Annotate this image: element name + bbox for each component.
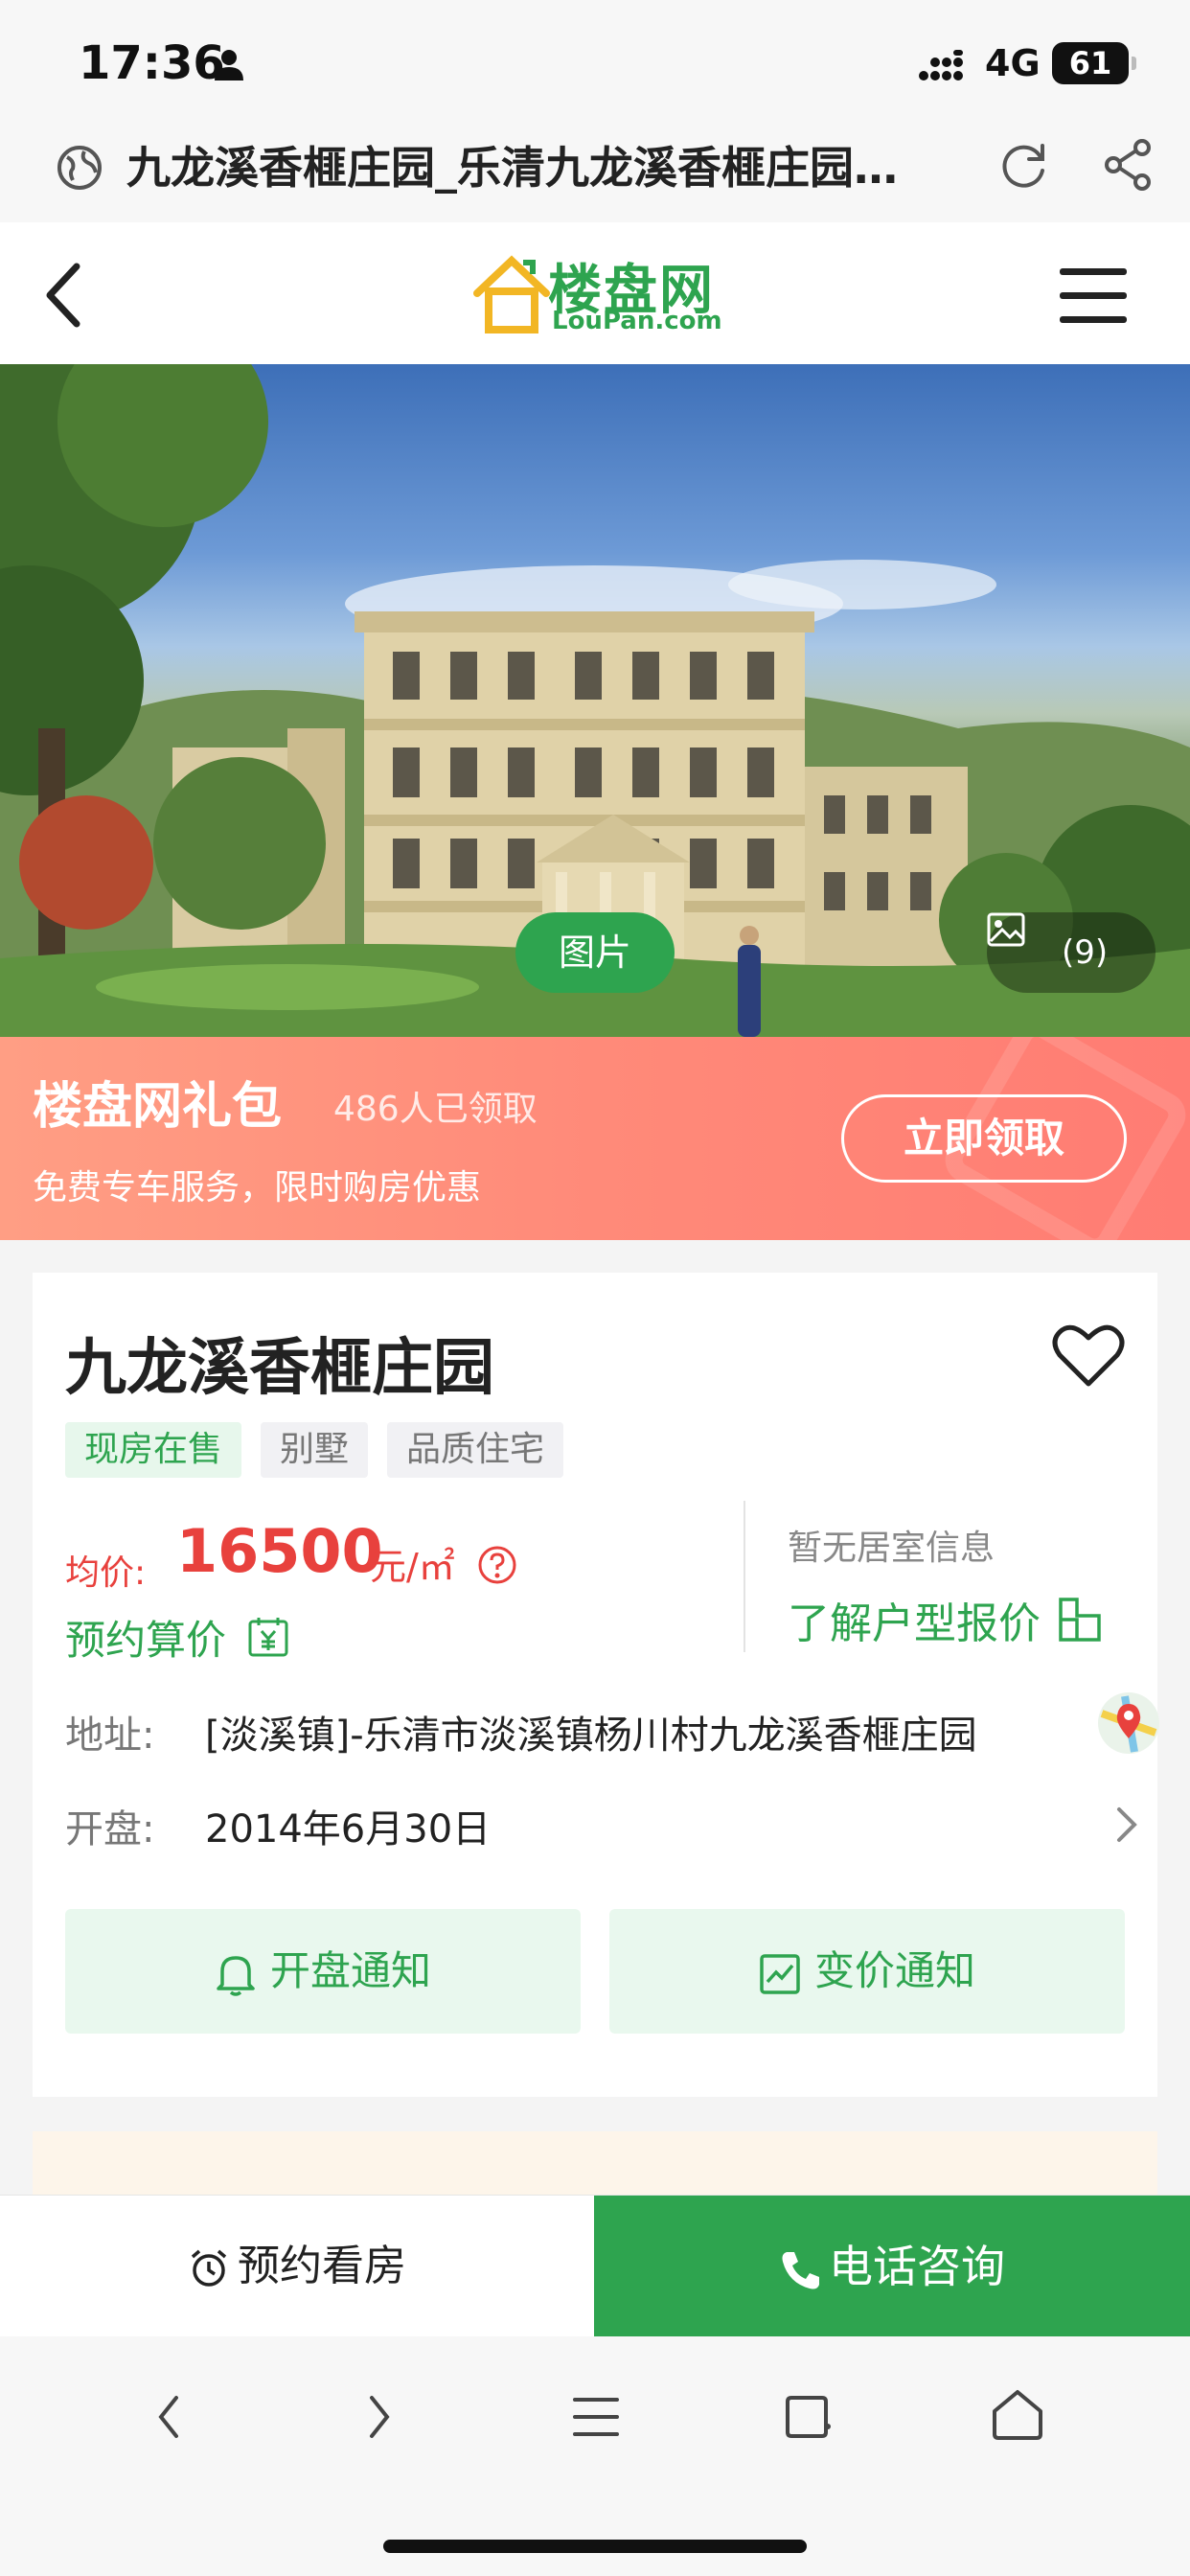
trend-chart-icon bbox=[760, 1953, 800, 1994]
browser-back-icon[interactable] bbox=[130, 2379, 207, 2455]
promo-subtitle: 免费专车服务，限时购房优惠 bbox=[33, 1168, 482, 1208]
room-info: 暂无居室信息 bbox=[788, 1529, 995, 1568]
price-block: 均价: 16500 元/㎡ 预约算价 bbox=[65, 1506, 761, 1664]
bottom-action-bar: 预约看房 电话咨询 bbox=[0, 2195, 1190, 2337]
floorplan-icon[interactable] bbox=[1058, 1597, 1102, 1643]
browser-toolbar bbox=[0, 2336, 1190, 2576]
chevron-right-icon[interactable] bbox=[1111, 1804, 1142, 1846]
browser-home-icon[interactable] bbox=[979, 2379, 1056, 2455]
network-label: 4G bbox=[985, 42, 1041, 84]
phone-icon bbox=[782, 2251, 819, 2288]
book-viewing-button[interactable]: 预约看房 bbox=[0, 2196, 594, 2337]
claim-button[interactable]: 立即领取 bbox=[841, 1094, 1127, 1183]
photo-count-badge[interactable]: (9) bbox=[987, 912, 1156, 993]
bell-icon bbox=[217, 1955, 255, 1996]
url-title[interactable]: 九龙溪香榧庄园_乐清九龙溪香榧庄园… bbox=[126, 134, 922, 201]
person-icon bbox=[215, 50, 243, 80]
open-notify-button[interactable]: 开盘通知 bbox=[65, 1909, 581, 2034]
tab-photos[interactable]: 图片 bbox=[515, 912, 675, 993]
address-value: [淡溪镇]-乐清市淡溪镇杨川村九龙溪香榧庄园 bbox=[205, 1714, 977, 1758]
promo-title: 楼盘网礼包 bbox=[33, 1078, 283, 1136]
browser-forward-icon[interactable] bbox=[341, 2379, 418, 2455]
logo-house-icon bbox=[473, 255, 550, 334]
image-icon bbox=[987, 912, 1025, 947]
price-notify-label: 变价通知 bbox=[813, 1947, 975, 1994]
logo-domain: LouPan.com bbox=[552, 307, 722, 335]
alarm-clock-icon bbox=[191, 2249, 227, 2287]
url-bar[interactable]: 九龙溪香榧庄园_乐清九龙溪香榧庄园… bbox=[0, 125, 1190, 222]
calendar-yuan-icon[interactable] bbox=[247, 1616, 289, 1658]
price-value: 16500 bbox=[176, 1516, 383, 1586]
property-info-card: 九龙溪香榧庄园 现房在售 别墅 品质住宅 均价: 16500 元/㎡ 预约算价 bbox=[33, 1273, 1159, 2097]
home-indicator[interactable] bbox=[383, 2540, 807, 2553]
book-viewing-label: 预约看房 bbox=[238, 2242, 406, 2290]
price-calc-link[interactable]: 预约算价 bbox=[65, 1608, 226, 1667]
globe-icon bbox=[57, 146, 102, 190]
open-date-row[interactable]: 开盘: 2014年6月30日 bbox=[65, 1784, 1137, 1861]
question-icon[interactable] bbox=[477, 1545, 517, 1585]
open-notify-label: 开盘通知 bbox=[269, 1947, 431, 1994]
photo-count: (9) bbox=[1062, 933, 1109, 972]
open-date-label: 开盘: bbox=[65, 1807, 155, 1852]
address-row[interactable]: 地址: [淡溪镇]-乐清市淡溪镇杨川村九龙溪香榧庄园 bbox=[65, 1690, 1159, 1767]
address-label: 地址: bbox=[65, 1714, 155, 1758]
property-name: 九龙溪香榧庄园 bbox=[65, 1333, 494, 1404]
tag-type: 别墅 bbox=[261, 1422, 369, 1478]
phone-consult-label: 电话咨询 bbox=[829, 2241, 1005, 2292]
site-logo[interactable]: 楼盘网 LouPan.com bbox=[473, 247, 722, 339]
signal-icon bbox=[919, 50, 963, 80]
page: 17:36 4G 61 九龙溪香榧庄园_乐清九龙溪香榧庄园… 楼盘网 LouPa… bbox=[0, 0, 1190, 2576]
browser-tabs-icon[interactable] bbox=[770, 2379, 847, 2455]
battery-icon: 61 bbox=[1052, 42, 1136, 84]
browser-menu-icon[interactable] bbox=[558, 2379, 634, 2455]
share-icon[interactable] bbox=[1100, 136, 1157, 194]
tag-quality: 品质住宅 bbox=[387, 1422, 564, 1478]
tag-status: 现房在售 bbox=[65, 1422, 242, 1478]
menu-icon[interactable] bbox=[1058, 261, 1129, 330]
layout-price-link[interactable]: 了解户型报价 bbox=[788, 1589, 1041, 1650]
refresh-icon[interactable] bbox=[995, 136, 1052, 194]
promo-claimed-count: 486人已领取 bbox=[333, 1090, 538, 1129]
phone-consult-button[interactable]: 电话咨询 bbox=[594, 2196, 1190, 2337]
heart-icon[interactable] bbox=[1052, 1322, 1125, 1390]
property-tags: 现房在售 别墅 品质住宅 bbox=[65, 1422, 564, 1478]
price-unit: 元/㎡ bbox=[370, 1546, 455, 1588]
promo-banner[interactable]: 楼盘网礼包 486人已领取 免费专车服务，限时购房优惠 立即领取 bbox=[0, 1037, 1190, 1240]
back-icon[interactable] bbox=[34, 257, 92, 334]
map-pin-icon[interactable] bbox=[1096, 1690, 1161, 1756]
divider bbox=[744, 1501, 745, 1652]
price-label: 均价: bbox=[65, 1553, 147, 1593]
status-time: 17:36 bbox=[79, 36, 225, 90]
open-date-value: 2014年6月30日 bbox=[205, 1807, 492, 1852]
status-bar: 17:36 4G 61 bbox=[0, 0, 1190, 125]
price-notify-button[interactable]: 变价通知 bbox=[609, 1909, 1125, 2034]
site-header: 楼盘网 LouPan.com bbox=[0, 222, 1190, 364]
hero-image[interactable]: 图片 (9) bbox=[0, 364, 1190, 1037]
